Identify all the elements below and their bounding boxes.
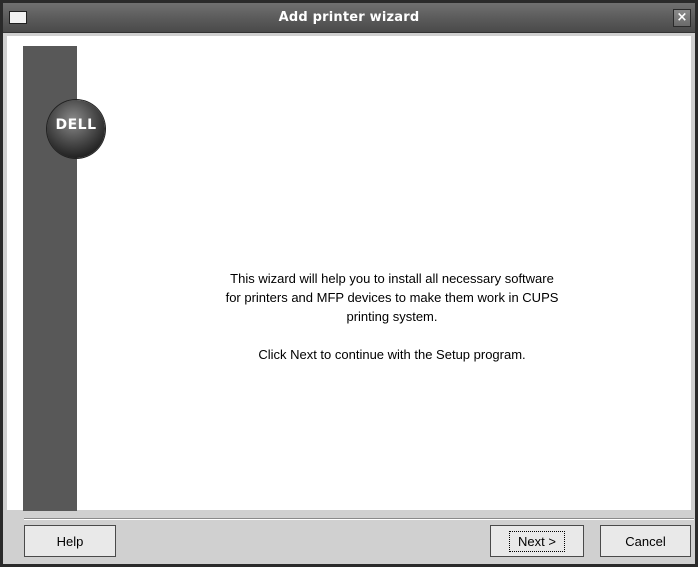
cancel-button[interactable]: Cancel [600, 525, 691, 557]
window-title: Add printer wizard [278, 10, 420, 25]
add-printer-wizard-window: Add printer wizard × DELL This wizard wi… [0, 0, 698, 567]
next-button-label: Next > [509, 530, 565, 552]
cancel-button-label: Cancel [625, 533, 666, 549]
wizard-message: This wizard will help you to install all… [222, 269, 562, 364]
logo-text: DELL [55, 117, 97, 133]
next-button[interactable]: Next > [490, 525, 584, 557]
continue-text: Click Next to continue with the Setup pr… [258, 347, 526, 362]
help-button[interactable]: Help [24, 525, 116, 557]
button-separator [24, 518, 694, 520]
help-button-label: Help [56, 533, 84, 549]
close-icon[interactable]: × [673, 9, 691, 27]
intro-text: This wizard will help you to install all… [225, 271, 559, 324]
wizard-content: DELL This wizard will help you to instal… [7, 36, 691, 511]
title-bar[interactable]: Add printer wizard × [3, 3, 695, 33]
dell-logo-icon: DELL [47, 100, 105, 158]
